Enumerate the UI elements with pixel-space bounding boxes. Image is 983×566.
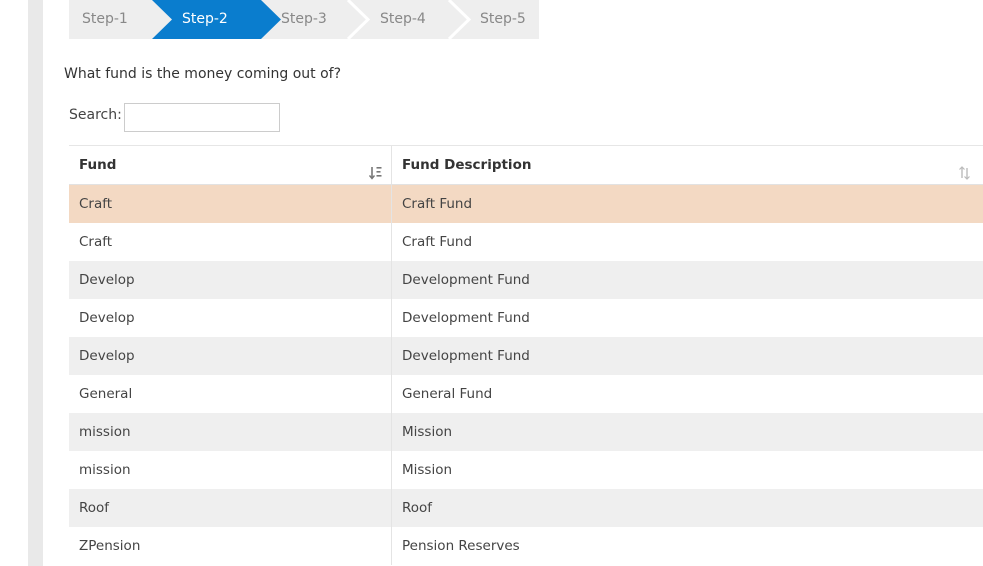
description-cell: Roof — [392, 489, 983, 527]
description-cell: Pension Reserves — [392, 527, 983, 565]
table-row[interactable]: ZPension Pension Reserves — [69, 527, 983, 565]
fund-description: Roof — [402, 500, 433, 516]
search-input[interactable] — [124, 103, 280, 132]
fund-name: ZPension — [79, 538, 141, 554]
funds-table: Fund Fund Description Craft Craft Fund C… — [69, 145, 983, 565]
fund-description: Craft Fund — [402, 234, 473, 250]
question-heading: What fund is the money coming out of? — [64, 66, 342, 82]
fund-name: Craft — [79, 196, 113, 212]
fund-cell: ZPension — [69, 527, 391, 565]
fund-cell: Craft — [69, 223, 391, 261]
fund-name: Roof — [79, 500, 110, 516]
table-header-row: Fund Fund Description — [69, 146, 983, 185]
fund-description: Development Fund — [402, 310, 530, 326]
fund-name: Develop — [79, 348, 135, 364]
fund-cell: Roof — [69, 489, 391, 527]
fund-cell: mission — [69, 451, 391, 489]
column-header-description[interactable]: Fund Description — [392, 146, 983, 184]
table-row[interactable]: Roof Roof — [69, 489, 983, 527]
step-label: Step-4 — [380, 11, 426, 27]
description-cell: Craft Fund — [392, 185, 983, 223]
column-header-label: Fund Description — [402, 157, 532, 173]
description-cell: Mission — [392, 451, 983, 489]
sidebar-edge — [28, 0, 43, 566]
description-cell: Development Fund — [392, 337, 983, 375]
fund-name: mission — [79, 424, 131, 440]
step-label: Step-5 — [480, 11, 526, 27]
search-label: Search: — [69, 107, 122, 123]
fund-description: General Fund — [402, 386, 493, 402]
fund-description: Mission — [402, 462, 453, 478]
fund-name: mission — [79, 462, 131, 478]
fund-name: General — [79, 386, 133, 402]
description-cell: Development Fund — [392, 261, 983, 299]
main-content: Step-1 Step-2 Step-3 Step-4 Step-5 What … — [43, 0, 983, 566]
table-row[interactable]: Craft Craft Fund — [69, 223, 983, 261]
fund-description: Development Fund — [402, 348, 530, 364]
table-row[interactable]: mission Mission — [69, 451, 983, 489]
fund-description: Pension Reserves — [402, 538, 520, 554]
fund-cell: Develop — [69, 337, 391, 375]
table-row[interactable]: Craft Craft Fund — [69, 185, 983, 223]
fund-description: Mission — [402, 424, 453, 440]
description-cell: Craft Fund — [392, 223, 983, 261]
fund-name: Develop — [79, 310, 135, 326]
column-header-label: Fund — [79, 157, 117, 173]
fund-name: Develop — [79, 272, 135, 288]
fund-cell: Craft — [69, 185, 391, 223]
fund-name: Craft — [79, 234, 113, 250]
column-header-fund[interactable]: Fund — [69, 146, 391, 184]
fund-cell: General — [69, 375, 391, 413]
step-label: Step-2 — [182, 11, 228, 27]
table-row[interactable]: Develop Development Fund — [69, 299, 983, 337]
table-row[interactable]: Develop Development Fund — [69, 337, 983, 375]
fund-description: Craft Fund — [402, 196, 473, 212]
left-margin — [0, 0, 28, 566]
step-divider — [447, 0, 472, 39]
fund-cell: Develop — [69, 261, 391, 299]
step-divider — [346, 0, 371, 39]
wizard-steps: Step-1 Step-2 Step-3 Step-4 Step-5 — [69, 0, 539, 39]
fund-cell: Develop — [69, 299, 391, 337]
description-cell: General Fund — [392, 375, 983, 413]
step-label: Step-1 — [82, 11, 128, 27]
step-label: Step-3 — [281, 11, 327, 27]
table-row[interactable]: Develop Development Fund — [69, 261, 983, 299]
description-cell: Development Fund — [392, 299, 983, 337]
table-row[interactable]: mission Mission — [69, 413, 983, 451]
description-cell: Mission — [392, 413, 983, 451]
fund-description: Development Fund — [402, 272, 530, 288]
table-row[interactable]: General General Fund — [69, 375, 983, 413]
fund-cell: mission — [69, 413, 391, 451]
